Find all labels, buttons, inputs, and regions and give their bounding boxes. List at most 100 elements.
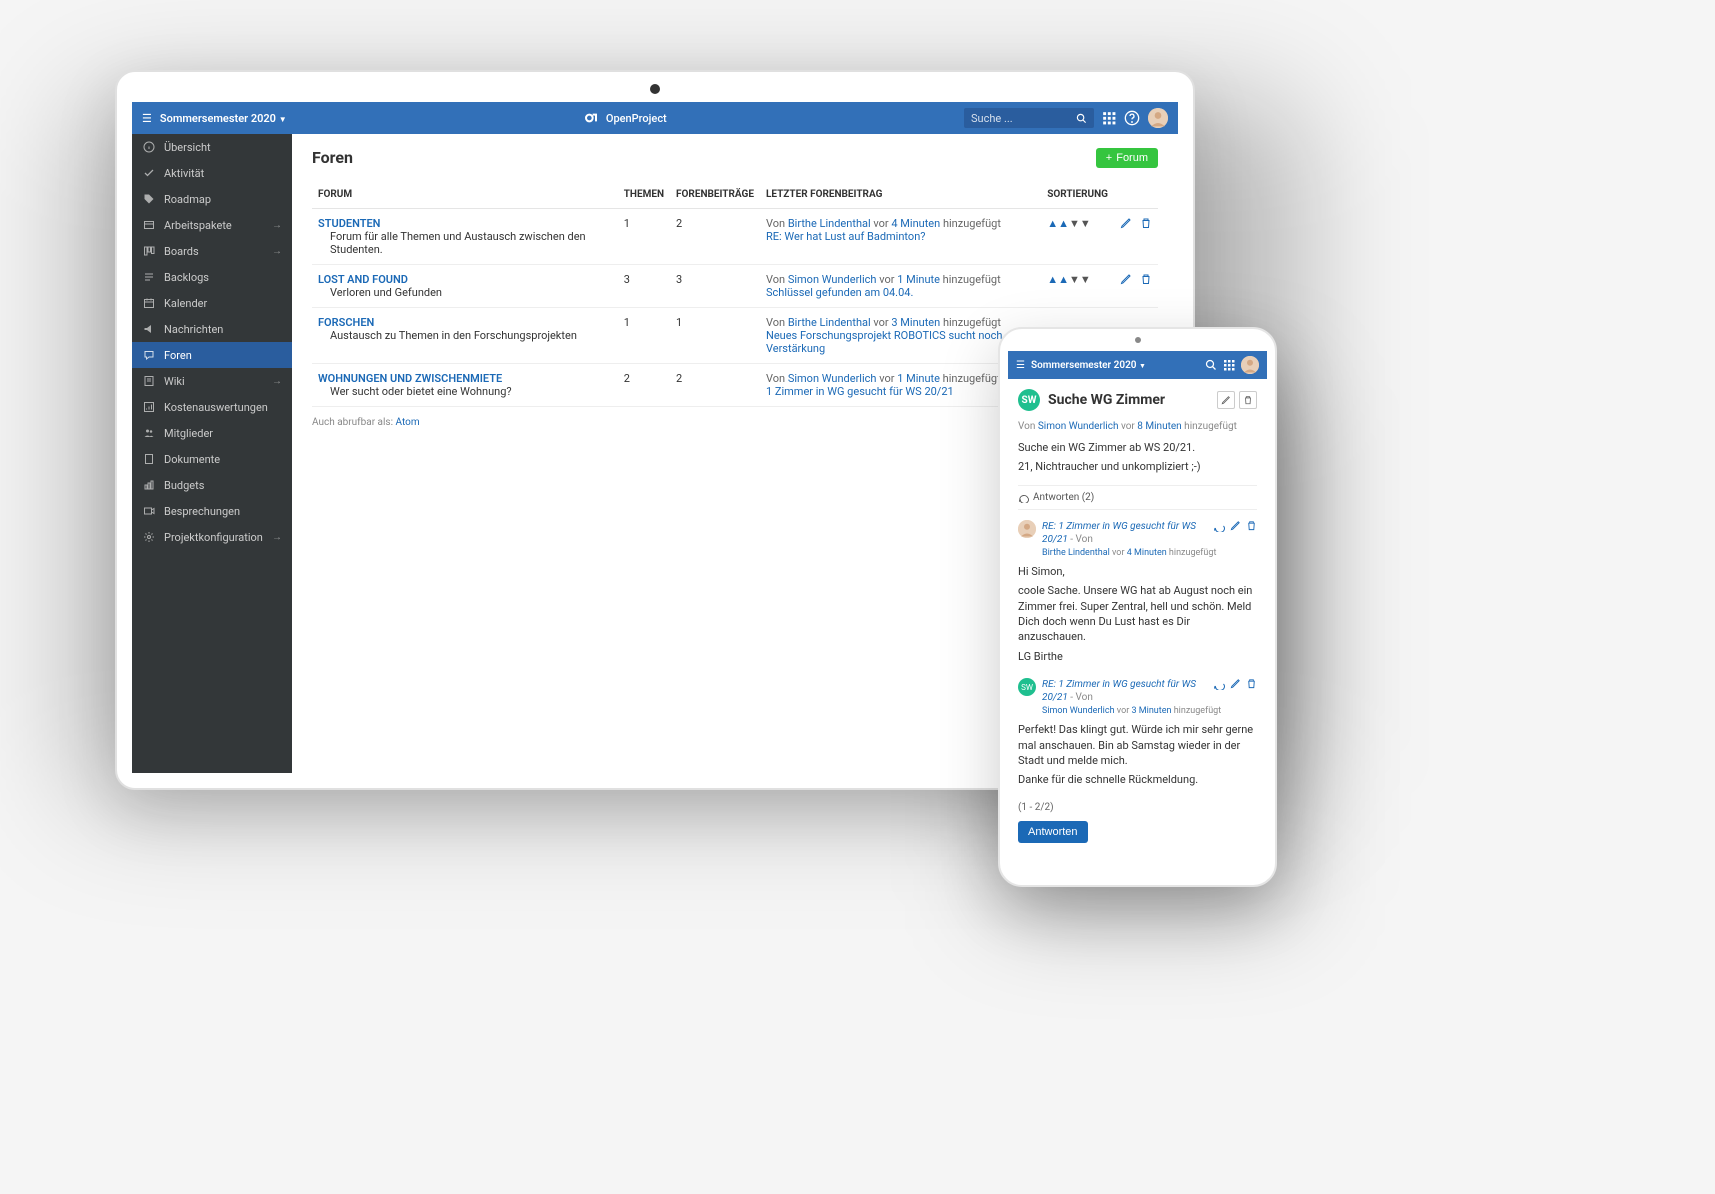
sidebar-item-budgets[interactable]: Budgets — [132, 472, 292, 498]
thread-body: Suche ein WG Zimmer ab WS 20/21. 21, Nic… — [1018, 440, 1257, 475]
calendar-icon — [142, 296, 156, 310]
edit-icon[interactable] — [1120, 217, 1132, 229]
user-avatar[interactable] — [1241, 356, 1259, 374]
help-icon[interactable] — [1124, 110, 1140, 126]
reply-subject-link[interactable]: RE: 1 Zimmer in WG gesucht für WS 20/21 — [1042, 521, 1196, 545]
sidebar-item-projektkonfiguration[interactable]: Projektkonfiguration→ — [132, 524, 292, 550]
edit-icon[interactable] — [1120, 273, 1132, 285]
sort-controls[interactable]: ▲▲▼▼ — [1047, 217, 1108, 230]
sidebar-item-aktivität[interactable]: Aktivität — [132, 160, 292, 186]
sidebar-item-label: Foren — [164, 349, 192, 362]
last-post: Von Birthe Lindenthal vor 4 Minuten hinz… — [760, 209, 1041, 265]
reply-author-link[interactable]: Birthe Lindenthal — [1042, 548, 1110, 558]
edit-button[interactable] — [1217, 391, 1235, 409]
edit-icon[interactable] — [1230, 678, 1241, 690]
forum-title-link[interactable]: WOHNUNGEN UND ZWISCHENMIETE — [318, 372, 612, 385]
sort-controls[interactable]: ▲▲▼▼ — [1047, 273, 1108, 286]
meeting-icon — [142, 504, 156, 518]
sidebar-item-label: Roadmap — [164, 193, 211, 206]
quote-icon[interactable] — [1213, 520, 1225, 532]
delete-icon[interactable] — [1140, 217, 1152, 229]
col-sort[interactable]: SORTIERUNG — [1041, 181, 1114, 209]
last-post: Von Simon Wunderlich vor 1 Minute hinzug… — [760, 265, 1041, 308]
topic-count: 3 — [618, 265, 670, 308]
last-subject-link[interactable]: 1 Zimmer in WG gesucht für WS 20/21 — [766, 385, 954, 398]
last-author-link[interactable]: Birthe Lindenthal — [788, 217, 871, 230]
plus-icon: + — [1106, 152, 1112, 164]
sidebar-item-nachrichten[interactable]: Nachrichten — [132, 316, 292, 342]
forum-description: Austausch zu Themen in den Forschungspro… — [318, 329, 612, 342]
forum-title-link[interactable]: LOST AND FOUND — [318, 273, 612, 286]
apps-icon[interactable] — [1223, 359, 1235, 371]
sidebar-item-roadmap[interactable]: Roadmap — [132, 186, 292, 212]
atom-link[interactable]: Atom — [396, 417, 420, 428]
sidebar-item-boards[interactable]: Boards→ — [132, 238, 292, 264]
thread-meta: Von Simon Wunderlich vor 8 Minuten hinzu… — [1018, 421, 1257, 432]
author-link[interactable]: Simon Wunderlich — [1038, 421, 1119, 432]
forum-row: STUDENTENForum für alle Themen und Austa… — [312, 209, 1158, 265]
delete-icon[interactable] — [1246, 520, 1257, 532]
forum-title-link[interactable]: STUDENTEN — [318, 217, 612, 230]
search-icon[interactable] — [1205, 359, 1217, 371]
replies-header: Antworten (2) — [1018, 485, 1257, 510]
last-author-link[interactable]: Birthe Lindenthal — [788, 316, 871, 329]
tablet-camera — [650, 84, 660, 94]
reply-body: Perfekt! Das klingt gut. Würde ich mir s… — [1018, 722, 1257, 788]
sidebar-item-label: Backlogs — [164, 271, 209, 284]
sidebar-item-label: Mitglieder — [164, 427, 213, 440]
sidebar-item-mitglieder[interactable]: Mitglieder — [132, 420, 292, 446]
col-posts[interactable]: FORENBEITRÄGE — [670, 181, 760, 209]
reply-button[interactable]: Antworten — [1018, 821, 1088, 843]
sidebar-item-übersicht[interactable]: Übersicht — [132, 134, 292, 160]
delete-icon[interactable] — [1246, 678, 1257, 690]
sidebar-item-label: Boards — [164, 245, 199, 258]
last-author-link[interactable]: Simon Wunderlich — [788, 372, 877, 385]
sidebar-item-label: Dokumente — [164, 453, 220, 466]
sidebar-item-label: Aktivität — [164, 167, 204, 180]
last-subject-link[interactable]: Schlüssel gefunden am 04.04. — [766, 286, 913, 299]
col-forum[interactable]: FORUM — [312, 181, 618, 209]
sidebar-item-wiki[interactable]: Wiki→ — [132, 368, 292, 394]
topic-count: 2 — [618, 364, 670, 407]
quote-icon[interactable] — [1213, 678, 1225, 690]
phone-topbar: ☰ Sommersemester 2020 ▼ — [1008, 351, 1267, 379]
delete-button[interactable] — [1239, 391, 1257, 409]
brand: OpenProject — [287, 110, 964, 126]
apps-icon[interactable] — [1102, 111, 1116, 125]
hamburger-icon[interactable]: ☰ — [142, 112, 152, 125]
project-selector[interactable]: Sommersemester 2020 ▼ — [160, 112, 287, 125]
sidebar-item-foren[interactable]: Foren — [132, 342, 292, 368]
last-subject-link[interactable]: Neues Forschungsprojekt ROBOTICS sucht n… — [766, 329, 1003, 355]
last-subject-link[interactable]: RE: Wer hat Lust auf Badminton? — [766, 230, 926, 243]
reply-avatar: SW — [1018, 678, 1036, 696]
hamburger-icon[interactable]: ☰ — [1016, 360, 1025, 371]
sidebar-item-label: Besprechungen — [164, 505, 240, 518]
reply-author-link[interactable]: Simon Wunderlich — [1042, 706, 1115, 716]
forum-title-link[interactable]: FORSCHEN — [318, 316, 612, 329]
topbar: ☰ Sommersemester 2020 ▼ OpenProject Such… — [132, 102, 1178, 134]
check-icon — [142, 166, 156, 180]
search-icon — [1076, 113, 1087, 124]
doc-icon — [142, 452, 156, 466]
sidebar-item-besprechungen[interactable]: Besprechungen — [132, 498, 292, 524]
wp-icon — [142, 218, 156, 232]
topic-count: 1 — [618, 308, 670, 364]
col-last[interactable]: LETZTER FORENBEITRAG — [760, 181, 1041, 209]
sidebar-item-kostenauswertungen[interactable]: Kostenauswertungen — [132, 394, 292, 420]
reply-body: Hi Simon,coole Sache. Unsere WG hat ab A… — [1018, 564, 1257, 664]
sidebar-item-backlogs[interactable]: Backlogs — [132, 264, 292, 290]
last-author-link[interactable]: Simon Wunderlich — [788, 273, 877, 286]
add-forum-button[interactable]: + Forum — [1096, 148, 1158, 168]
edit-icon[interactable] — [1230, 520, 1241, 532]
delete-icon[interactable] — [1140, 273, 1152, 285]
user-avatar[interactable] — [1148, 108, 1168, 128]
sidebar-item-dokumente[interactable]: Dokumente — [132, 446, 292, 472]
reply-subject-link[interactable]: RE: 1 Zimmer in WG gesucht für WS 20/21 — [1042, 679, 1196, 703]
sidebar-item-kalender[interactable]: Kalender — [132, 290, 292, 316]
sidebar-item-arbeitspakete[interactable]: Arbeitspakete→ — [132, 212, 292, 238]
topic-count: 1 — [618, 209, 670, 265]
col-topics[interactable]: THEMEN — [618, 181, 670, 209]
search-input[interactable]: Suche ... — [964, 108, 1094, 128]
post-count: 2 — [670, 364, 760, 407]
phone-project-selector[interactable]: Sommersemester 2020 ▼ — [1031, 360, 1146, 371]
